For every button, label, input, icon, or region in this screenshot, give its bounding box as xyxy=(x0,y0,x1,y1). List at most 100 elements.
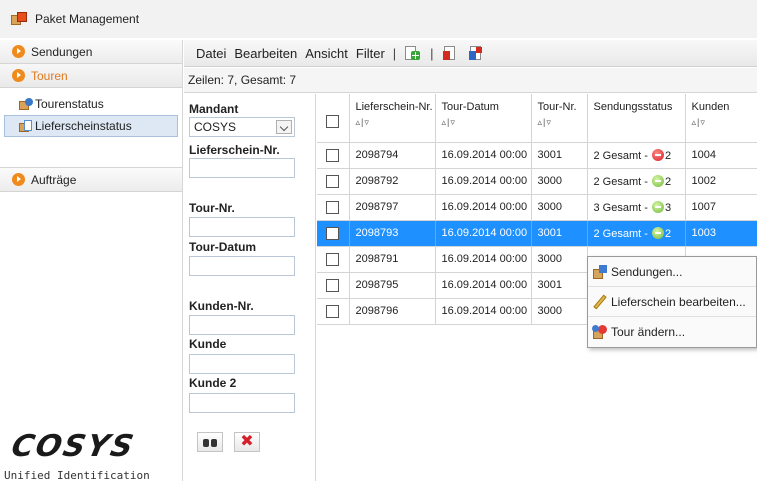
add-document-icon[interactable] xyxy=(404,45,421,61)
menu-filter[interactable]: Filter xyxy=(356,46,385,61)
table-row[interactable]: 2098794 16.09.2014 00:00 3001 2 Gesamt -… xyxy=(317,142,757,169)
table-row[interactable]: 2098792 16.09.2014 00:00 3000 2 Gesamt -… xyxy=(317,168,757,195)
cell-datum: 16.09.2014 00:00 xyxy=(435,220,532,247)
sidebar-item-label: Tourenstatus xyxy=(35,97,104,111)
row-checkbox[interactable] xyxy=(326,278,340,292)
kunde2-label: Kunde 2 xyxy=(189,376,237,390)
context-menu: Sendungen... Lieferschein bearbeiten... … xyxy=(587,256,757,348)
column-kunden[interactable]: Kunden ▵|▿ xyxy=(685,94,757,143)
column-tour-nr[interactable]: Tour-Nr. ▵|▿ xyxy=(531,94,588,143)
cell-datum: 16.09.2014 00:00 xyxy=(435,194,532,221)
row-checkbox[interactable] xyxy=(326,200,340,214)
section-touren[interactable]: Touren xyxy=(0,64,182,88)
arrow-circle-icon xyxy=(12,173,25,186)
cell-lieferschein: 2098795 xyxy=(349,272,436,299)
sidebar: Sendungen Touren Tourenstatus Liefersche… xyxy=(0,40,183,481)
tour-datum-input[interactable] xyxy=(189,256,295,276)
window-title: Paket Management xyxy=(35,12,140,26)
clear-filter-button[interactable]: ✖ xyxy=(234,432,260,452)
cell-lieferschein: 2098796 xyxy=(349,298,436,325)
lieferschein-input[interactable] xyxy=(189,158,295,178)
menu-item-sendungen[interactable]: Sendungen... xyxy=(588,257,756,287)
cell-status: 2 Gesamt - 2 xyxy=(587,168,686,195)
menu-item-tour-aendern[interactable]: Tour ändern... xyxy=(588,317,756,347)
section-label: Touren xyxy=(31,68,68,83)
status-ok-icon xyxy=(651,226,664,239)
cell-lieferschein: 2098792 xyxy=(349,168,436,195)
row-checkbox[interactable] xyxy=(326,174,340,188)
export-report-icon[interactable] xyxy=(468,45,484,61)
select-all-header xyxy=(317,94,350,143)
menu-item-label: Lieferschein bearbeiten... xyxy=(611,294,746,309)
cell-lieferschein: 2098793 xyxy=(349,220,436,247)
sort-icon[interactable]: ▵|▿ xyxy=(442,117,531,128)
cell-datum: 16.09.2014 00:00 xyxy=(435,142,532,169)
column-sendungsstatus[interactable]: Sendungsstatus xyxy=(587,94,686,143)
row-checkbox[interactable] xyxy=(326,148,340,162)
arrow-circle-icon xyxy=(12,45,25,58)
section-label: Sendungen xyxy=(31,44,93,59)
section-sendungen[interactable]: Sendungen xyxy=(0,40,182,64)
sidebar-item-label: Lieferscheinstatus xyxy=(35,119,132,133)
menu-ansicht[interactable]: Ansicht xyxy=(305,46,348,61)
row-checkbox[interactable] xyxy=(326,226,340,240)
menu-bearbeiten[interactable]: Bearbeiten xyxy=(234,46,297,61)
kunden-nr-input[interactable] xyxy=(189,315,295,335)
kunden-nr-label: Kunden-Nr. xyxy=(189,299,254,313)
arrow-circle-icon xyxy=(12,69,25,82)
cell-datum: 16.09.2014 00:00 xyxy=(435,246,532,273)
cell-tour: 3000 xyxy=(531,246,588,273)
tour-nr-label: Tour-Nr. xyxy=(189,201,235,215)
sidebar-item-lieferscheinstatus[interactable]: Lieferscheinstatus xyxy=(4,115,178,137)
column-tour-datum[interactable]: Tour-Datum ▵|▿ xyxy=(435,94,532,143)
cell-lieferschein: 2098791 xyxy=(349,246,436,273)
cell-tour: 3000 xyxy=(531,168,588,195)
package-icon xyxy=(592,264,608,280)
logo-subtitle: Unified Identification xyxy=(4,469,150,481)
menu-item-lieferschein-bearbeiten[interactable]: Lieferschein bearbeiten... xyxy=(588,287,756,317)
table-row-selected[interactable]: 2098793 16.09.2014 00:00 3001 2 Gesamt -… xyxy=(317,220,757,247)
touren-panel: Tourenstatus Lieferscheinstatus xyxy=(0,88,182,168)
search-button[interactable] xyxy=(197,432,223,452)
status-ok-icon xyxy=(651,174,664,187)
sort-icon[interactable]: ▵|▿ xyxy=(538,117,587,128)
sort-icon[interactable]: ▵|▿ xyxy=(356,117,435,128)
cell-status: 2 Gesamt - 2 xyxy=(587,142,686,169)
status-ok-icon xyxy=(651,200,664,213)
cosys-logo: COSYS Unified Identification xyxy=(0,385,183,481)
pdf-report-icon[interactable] xyxy=(442,45,458,61)
logo-wordmark: COSYS xyxy=(8,429,139,464)
select-all-checkbox[interactable] xyxy=(326,114,340,128)
row-checkbox[interactable] xyxy=(326,252,340,266)
cell-lieferschein: 2098794 xyxy=(349,142,436,169)
menu-separator: | xyxy=(430,45,434,61)
row-checkbox[interactable] xyxy=(326,304,340,318)
cell-tour: 3000 xyxy=(531,298,588,325)
cell-datum: 16.09.2014 00:00 xyxy=(435,168,532,195)
chevron-down-icon[interactable] xyxy=(276,120,292,134)
close-icon: ✖ xyxy=(240,433,254,450)
menu-datei[interactable]: Datei xyxy=(196,46,226,61)
status-error-icon xyxy=(651,148,664,161)
table-row[interactable]: 2098797 16.09.2014 00:00 3000 3 Gesamt -… xyxy=(317,194,757,221)
binoculars-icon xyxy=(203,437,217,447)
cell-datum: 16.09.2014 00:00 xyxy=(435,298,532,325)
cell-tour: 3001 xyxy=(531,272,588,299)
sort-icon[interactable]: ▵|▿ xyxy=(692,117,757,128)
column-lieferschein[interactable]: Lieferschein-Nr. ▵|▿ xyxy=(349,94,436,143)
kunde-input[interactable] xyxy=(189,354,295,374)
cell-kunden: 1007 xyxy=(685,194,757,221)
package-app-icon xyxy=(11,11,27,27)
cell-kunden: 1004 xyxy=(685,142,757,169)
title-bar: Paket Management xyxy=(0,0,757,38)
kunde2-input[interactable] xyxy=(189,393,295,413)
menu-item-label: Tour ändern... xyxy=(611,325,686,339)
mandant-select[interactable]: COSYS xyxy=(189,117,295,137)
delivery-note-icon xyxy=(17,118,33,134)
sidebar-item-tourenstatus[interactable]: Tourenstatus xyxy=(4,93,178,115)
menu-bar: Datei Bearbeiten Ansicht Filter | | xyxy=(184,40,757,67)
tour-nr-input[interactable] xyxy=(189,217,295,237)
section-auftraege[interactable]: Aufträge xyxy=(0,168,182,192)
filter-panel: Mandant COSYS Lieferschein-Nr. Tour-Nr. … xyxy=(184,94,316,481)
pencil-icon xyxy=(592,294,608,310)
